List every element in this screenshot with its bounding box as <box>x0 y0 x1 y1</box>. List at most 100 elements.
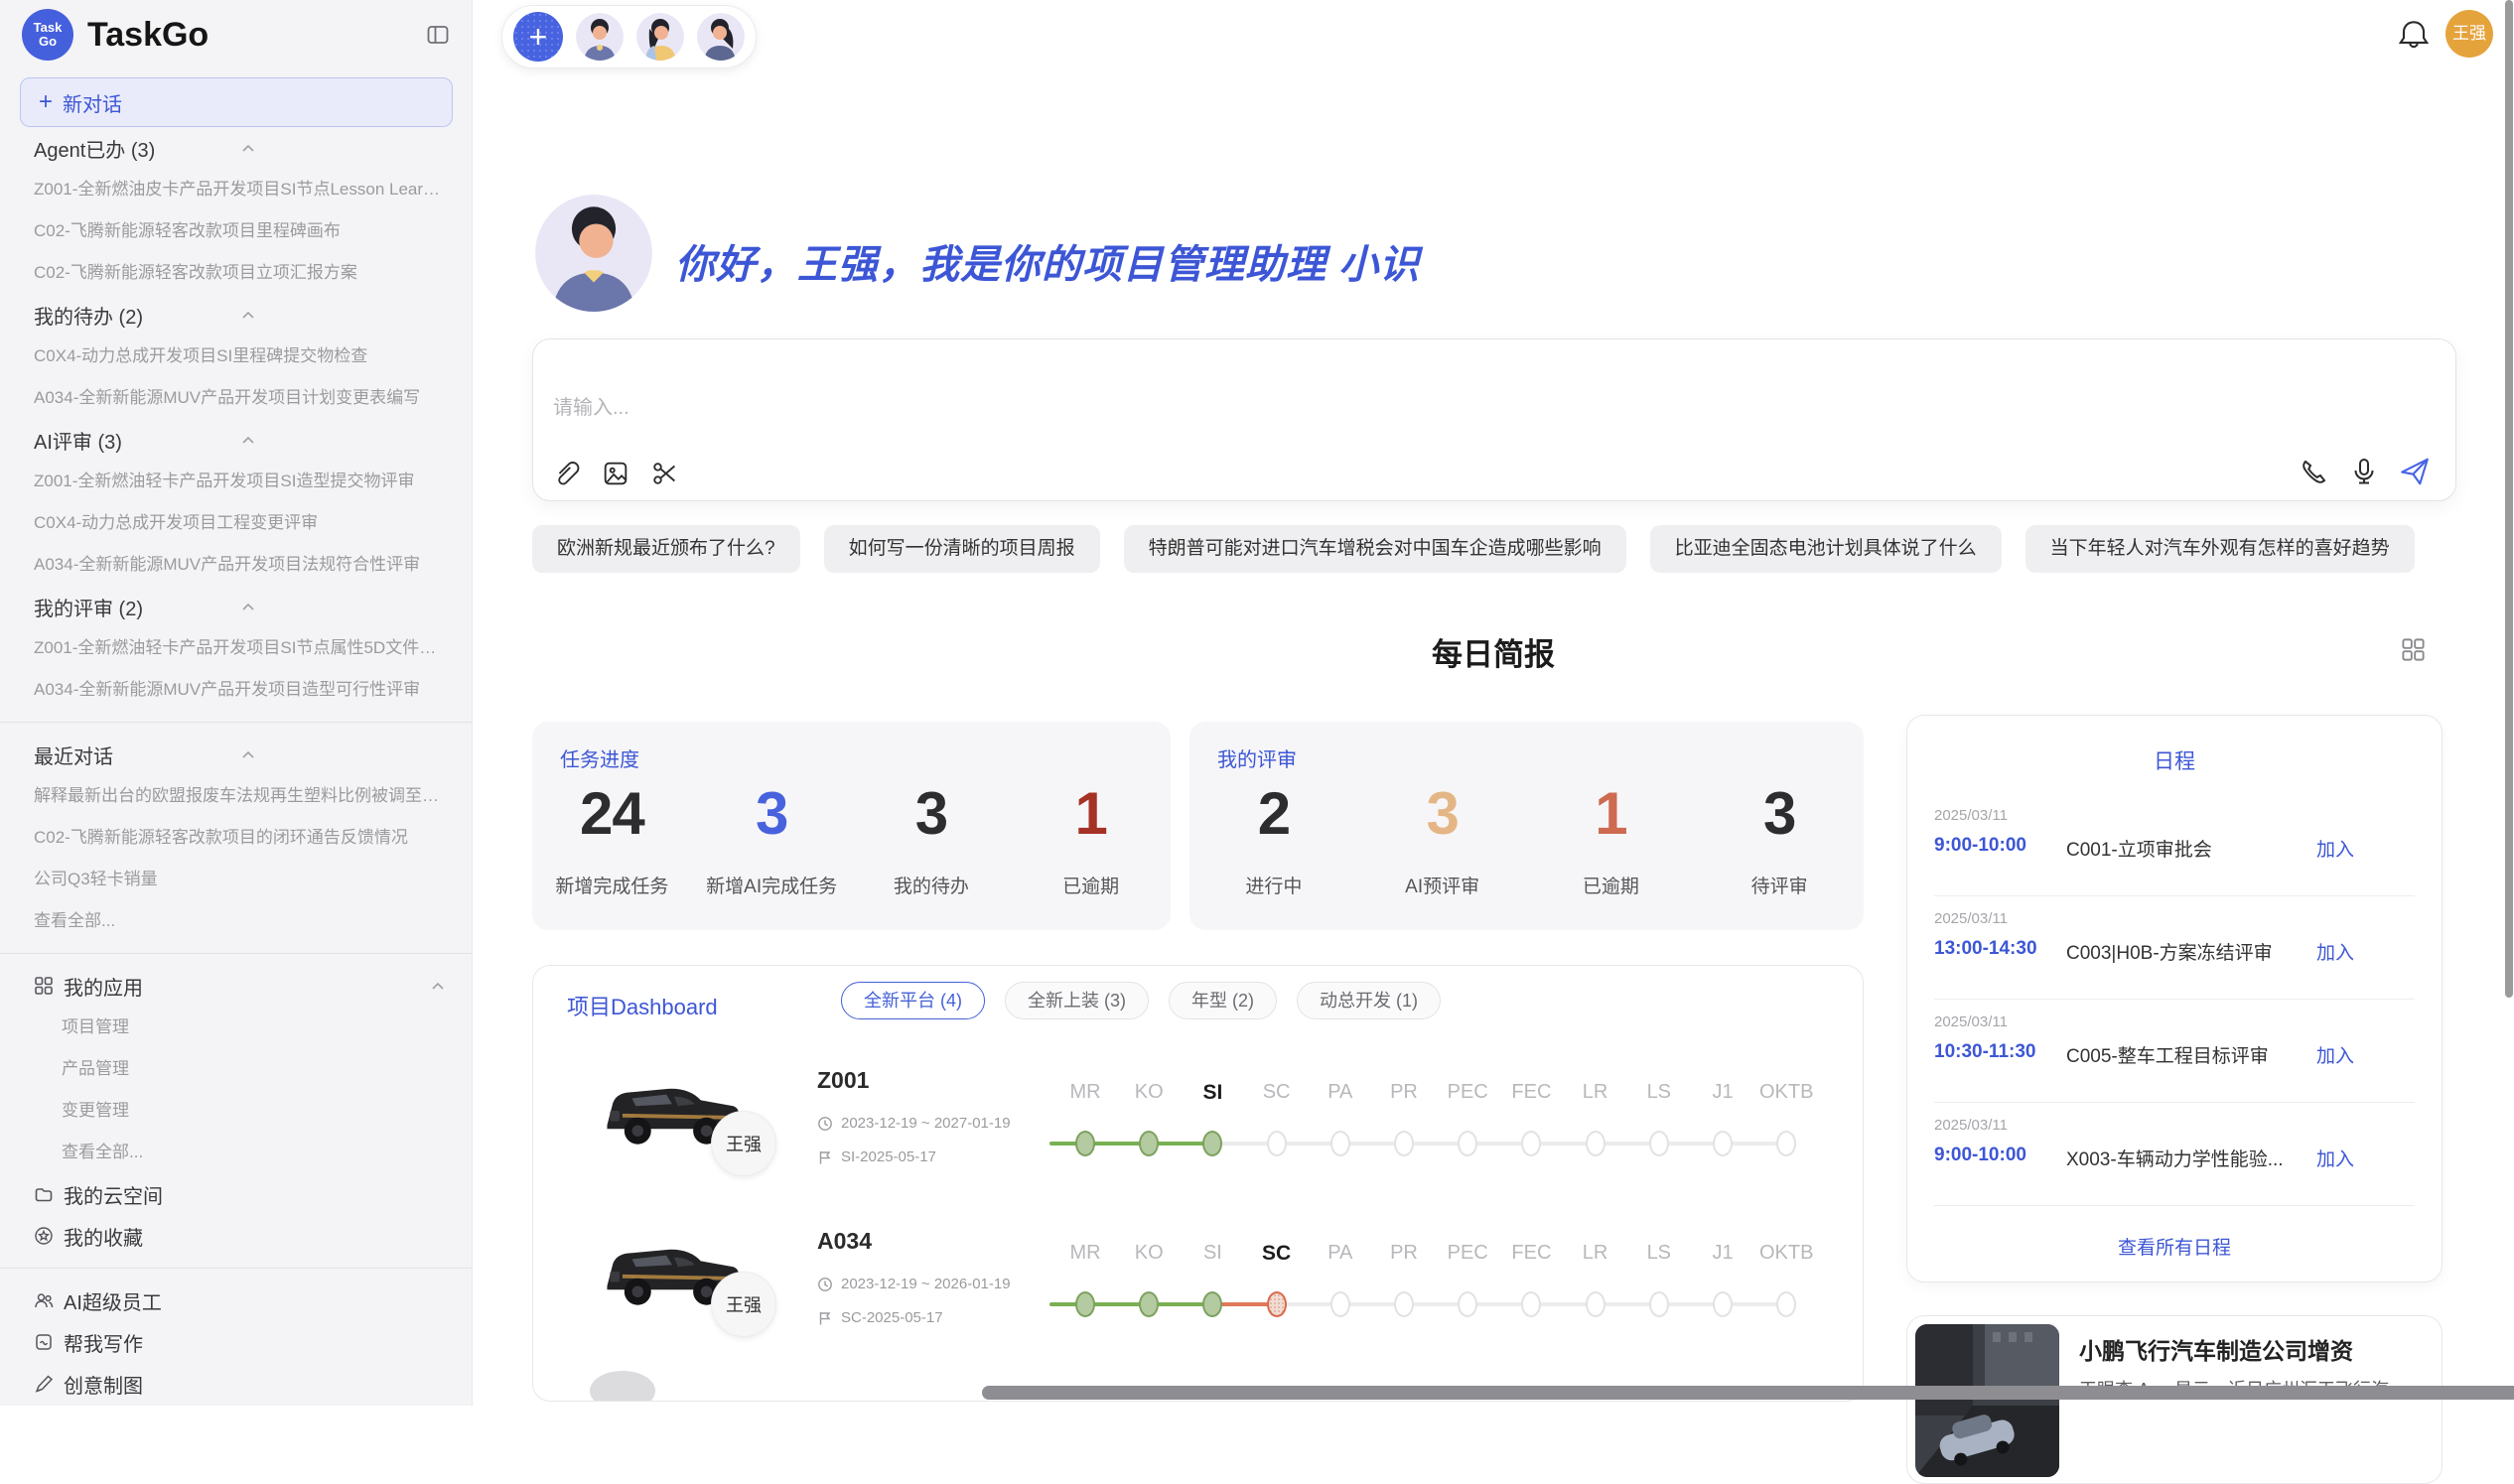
sidebar-item[interactable]: C02-飞腾新能源轻客改款项目立项汇报方案 <box>0 252 472 294</box>
sidebar-section-header[interactable]: AI评审 (3) <box>0 419 472 461</box>
sidebar-item[interactable]: C0X4-动力总成开发项目SI里程碑提交物检查 <box>0 336 472 377</box>
attachment-icon[interactable] <box>551 459 581 488</box>
conversation-avatar-1[interactable] <box>576 13 624 61</box>
divider <box>0 953 472 954</box>
dashboard-tab[interactable]: 全新平台 (4) <box>841 982 985 1019</box>
stat-column: 24新增完成任务 <box>532 779 692 898</box>
suggestion-chip[interactable]: 如何写一份清晰的项目周报 <box>824 525 1100 573</box>
sidebar-section-header[interactable]: 我的评审 (2) <box>0 586 472 627</box>
app-item[interactable]: 产品管理 <box>0 1048 472 1090</box>
chat-input[interactable] <box>553 397 2042 420</box>
recent-chat-item[interactable]: 公司Q3轻卡销量 <box>0 859 472 900</box>
sidebar-item[interactable]: Z001-全新燃油皮卡产品开发项目SI节点Lesson Learn报告 <box>0 169 472 210</box>
sidebar-tool-item[interactable]: 帮我写作 <box>0 1321 472 1363</box>
sidebar-item[interactable]: Z001-全新燃油轻卡产品开发项目SI节点属性5D文件评审 <box>0 627 472 669</box>
schedule-date: 2025/03/11 <box>1934 1117 2008 1134</box>
milestone-label: LR <box>1564 1242 1627 1265</box>
send-icon[interactable] <box>2398 455 2432 488</box>
recent-chat-item[interactable]: C02-飞腾新能源轻客改款项目的闭环通告反馈情况 <box>0 817 472 859</box>
milestone-dot <box>1776 1291 1796 1317</box>
suggestion-chip[interactable]: 欧洲新规最近颁布了什么? <box>532 525 800 573</box>
sidebar-item[interactable]: A034-全新新能源MUV产品开发项目计划变更表编写 <box>0 377 472 419</box>
recent-chats-header[interactable]: 最近对话 <box>0 734 472 775</box>
project-dates: 2023-12-19 ~ 2027-01-19 <box>817 1115 1011 1132</box>
sidebar-item-star-circle[interactable]: 我的收藏 <box>0 1215 472 1257</box>
suggestion-chip[interactable]: 特朗普可能对进口汽车增税会对中国车企造成哪些影响 <box>1124 525 1626 573</box>
image-icon[interactable] <box>601 459 630 488</box>
sidebar-item[interactable]: C02-飞腾新能源轻客改款项目里程碑画布 <box>0 210 472 252</box>
milestone-line-completed <box>1049 1302 1212 1306</box>
milestone-dot <box>1649 1131 1669 1156</box>
sidebar-item-cloud-space[interactable]: 我的云空间 <box>0 1173 472 1215</box>
dashboard-tab[interactable]: 年型 (2) <box>1169 982 1277 1019</box>
milestone-dot <box>1521 1291 1541 1317</box>
stat-label: 新增完成任务 <box>532 872 692 898</box>
schedule-date: 2025/03/11 <box>1934 910 2008 927</box>
logo-line2: Go <box>39 35 57 49</box>
stat-column: 1已逾期 <box>1527 779 1696 898</box>
notification-bell-icon[interactable] <box>2395 16 2433 54</box>
scissors-icon[interactable] <box>650 459 680 488</box>
view-all-schedule-link[interactable]: 查看所有日程 <box>1907 1233 2442 1260</box>
milestone-dot <box>1713 1291 1733 1317</box>
sidebar: Task Go TaskGo + 新对话 Agent已办 (3)Z001-全新燃… <box>0 0 473 1406</box>
milestone-label: SC <box>1245 1081 1309 1104</box>
stat-label: 我的待办 <box>852 872 1012 898</box>
sidebar-collapse-icon[interactable] <box>426 23 450 47</box>
milestone-label: SI <box>1181 1081 1244 1105</box>
conversation-avatar-2[interactable] <box>636 13 684 61</box>
sidebar-item-my-apps[interactable]: 我的应用 <box>0 965 472 1007</box>
app-title: TaskGo <box>87 16 426 55</box>
daily-briefing-title: 每日简报 <box>473 629 2514 674</box>
sidebar-item[interactable]: A034-全新新能源MUV产品开发项目造型可行性评审 <box>0 669 472 711</box>
milestone-dot <box>1267 1131 1287 1156</box>
add-conversation-button[interactable]: + <box>513 12 563 62</box>
new-chat-button[interactable]: + 新对话 <box>20 77 453 127</box>
milestone-dot <box>1458 1291 1477 1317</box>
user-avatar[interactable]: 王强 <box>2445 10 2493 58</box>
sidebar-tool-label: 帮我写作 <box>64 1328 446 1357</box>
recent-chat-item[interactable]: 解释最新出台的欧盟报废车法规再生塑料比例被调至15%... <box>0 775 472 817</box>
join-meeting-link[interactable]: 加入 <box>2316 938 2354 965</box>
schedule-event-title: C003|H0B-方案冻结评审 <box>2066 938 2295 965</box>
cloud-space-icon <box>34 1184 54 1204</box>
microphone-icon[interactable] <box>2348 456 2380 487</box>
app-item[interactable]: 项目管理 <box>0 1007 472 1048</box>
phone-call-icon[interactable] <box>2299 456 2330 487</box>
sidebar-tool-item[interactable]: 创意制图 <box>0 1363 472 1405</box>
project-flag: SI-2025-05-17 <box>817 1148 936 1165</box>
briefing-layout-icon[interactable] <box>2400 636 2427 663</box>
recent-chat-item[interactable]: 查看全部... <box>0 900 472 942</box>
suggestion-chip[interactable]: 比亚迪全固态电池计划具体说了什么 <box>1650 525 2002 573</box>
stat-label: 进行中 <box>1189 872 1358 898</box>
milestone-dot <box>1202 1291 1222 1317</box>
sidebar-tool-item[interactable]: AI超级员工 <box>0 1280 472 1321</box>
conversation-avatar-3[interactable] <box>697 13 745 61</box>
join-meeting-link[interactable]: 加入 <box>2316 1041 2354 1068</box>
app-item[interactable]: 变更管理 <box>0 1090 472 1132</box>
app-item[interactable]: 查看全部... <box>0 1132 472 1173</box>
join-meeting-link[interactable]: 加入 <box>2316 835 2354 862</box>
sidebar-section-header[interactable]: 我的待办 (2) <box>0 294 472 336</box>
section-title: Agent已办 (3) <box>34 134 240 163</box>
sidebar-item[interactable]: Z001-全新燃油轻卡产品开发项目SI造型提交物评审 <box>0 461 472 502</box>
project-dashboard-card: 项目Dashboard 全新平台 (4)全新上装 (3)年型 (2)动总开发 (… <box>532 965 1864 1402</box>
schedule-time: 13:00-14:30 <box>1934 938 2037 960</box>
schedule-item: 2025/03/1110:30-11:30C005-整车工程目标评审加入 <box>1907 1000 2442 1103</box>
dashboard-tab[interactable]: 全新上装 (3) <box>1005 982 1149 1019</box>
project-owner-badge: 王强 <box>711 1272 776 1337</box>
project-code: Z001 <box>817 1067 869 1094</box>
suggestion-chip[interactable]: 当下年轻人对汽车外观有怎样的喜好趋势 <box>2025 525 2415 573</box>
news-card[interactable]: 小鹏飞行汽车制造公司增资 天眼查 App 显示，近日广州汇天飞行汽... <box>1906 1315 2443 1484</box>
sidebar-item[interactable]: A034-全新新能源MUV产品开发项目法规符合性评审 <box>0 544 472 586</box>
people-icon <box>34 1290 54 1310</box>
horizontal-scrollbar-thumb[interactable] <box>982 1386 2514 1400</box>
dashboard-tab[interactable]: 动总开发 (1) <box>1297 982 1441 1019</box>
divider <box>0 1268 472 1269</box>
sidebar-section-header[interactable]: Agent已办 (3) <box>0 127 472 169</box>
vertical-scrollbar-thumb[interactable] <box>2505 0 2513 998</box>
main-content: + 王强 你好，王强，我是你的项目管理助理 小识 <box>473 0 2514 1406</box>
sidebar-item[interactable]: C0X4-动力总成开发项目工程变更评审 <box>0 502 472 544</box>
join-meeting-link[interactable]: 加入 <box>2316 1145 2354 1171</box>
stat-value: 1 <box>1527 779 1696 848</box>
